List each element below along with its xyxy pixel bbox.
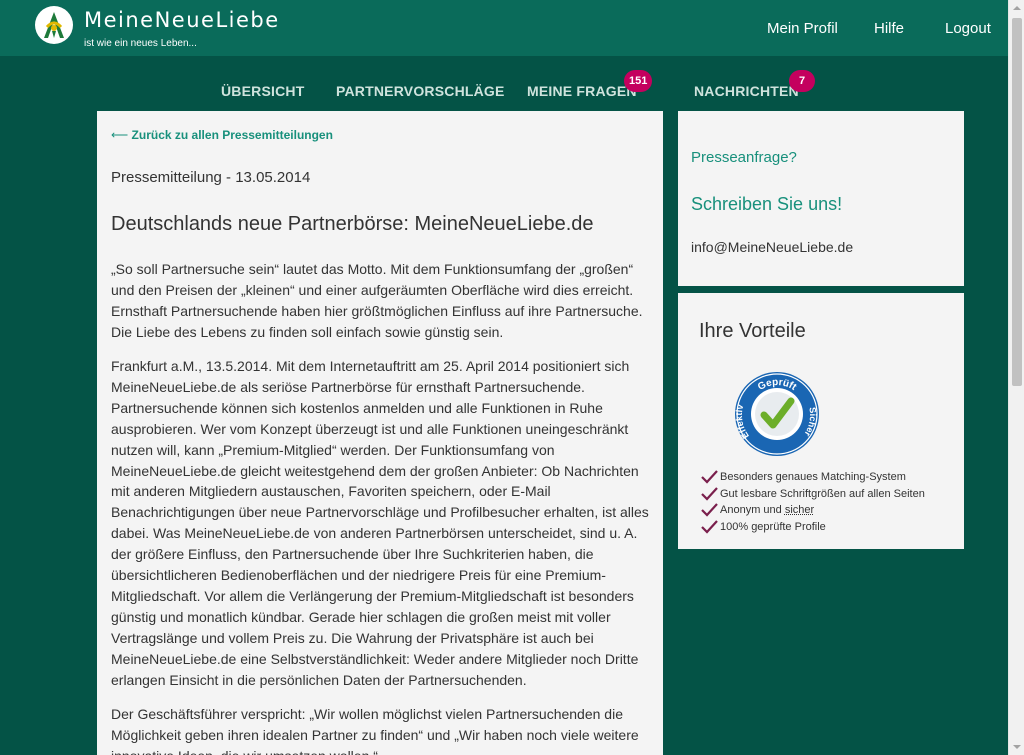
benefit-text: Besonders genaues Matching-System [720,471,906,483]
nav-help[interactable]: Hilfe [874,20,904,37]
brand-title[interactable]: MeineNeueLiebe [84,8,280,32]
site-header: MeineNeueLiebe ist wie ein neues Leben..… [0,0,1008,56]
tab-overview[interactable]: ÜBERSICHT [221,83,304,99]
benefit-text: 100% geprüfte Profile [720,521,826,533]
logo-icon [39,9,69,41]
article-paragraph: „So soll Partnersuche sein“ lautet das M… [111,259,651,343]
checkmark-icon [700,487,720,501]
benefits-title: Ihre Vorteile [699,320,806,343]
press-inquiry-label: Presseanfrage? [691,149,797,166]
scrollbar-thumb[interactable] [1012,18,1022,386]
benefits-card: Ihre Vorteile Geprüft Effektiv Sicher Be… [678,293,964,549]
benefit-text: Anonym und [720,504,782,516]
press-inquiry-card: Presseanfrage? Schreiben Sie uns! info@M… [678,111,964,286]
press-release-date: Pressemitteilung - 13.05.2014 [111,169,310,186]
scroll-up-arrow-icon[interactable] [1009,0,1024,16]
brand-tagline: ist wie ein neues Leben... [84,38,197,49]
vertical-scrollbar[interactable] [1008,0,1024,755]
list-item: 100% geprüfte Profile [700,519,925,536]
nav-logout[interactable]: Logout [945,20,991,37]
press-release-card: ⟵ Zurück zu allen Pressemitteilungen Pre… [97,111,663,755]
verified-seal-icon: Geprüft Effektiv Sicher [734,371,820,457]
article-paragraph: Der Geschäftsführer verspricht: „Wir wol… [111,704,651,755]
logo[interactable] [35,6,73,44]
contact-us-link[interactable]: Schreiben Sie uns! [691,194,842,215]
article-paragraph: Frankfurt a.M., 13.5.2014. Mit dem Inter… [111,356,651,691]
checkmark-icon [700,520,720,534]
back-to-press-releases-link[interactable]: ⟵ Zurück zu allen Pressemitteilungen [111,128,333,142]
benefit-text: Gut lesbare Schriftgrößen auf allen Seit… [720,488,925,500]
arrow-left-icon: ⟵ [111,128,128,142]
checkmark-icon [700,503,720,517]
benefits-list: Besonders genaues Matching-System Gut le… [700,469,925,535]
nav-my-profile[interactable]: Mein Profil [767,20,838,37]
list-item: Anonym und sicher [700,502,925,519]
scroll-down-arrow-icon[interactable] [1009,739,1024,755]
tab-my-questions[interactable]: MEINE FRAGEN [527,83,637,99]
list-item: Besonders genaues Matching-System [700,469,925,486]
checkmark-icon [700,470,720,484]
contact-email[interactable]: info@MeineNeueLiebe.de [691,239,853,255]
list-item: Gut lesbare Schriftgrößen auf allen Seit… [700,486,925,503]
back-link-label: Zurück zu allen Pressemitteilungen [132,128,333,142]
tab-partner-suggestions[interactable]: PARTNERVORSCHLÄGE [336,83,505,99]
messages-count-badge: 7 [789,70,815,92]
benefit-emphasis: sicher [785,504,814,516]
tab-messages[interactable]: NACHRICHTEN [694,83,799,99]
questions-count-badge: 151 [624,70,652,92]
press-release-headline: Deutschlands neue Partnerbörse: MeineNeu… [111,213,594,236]
